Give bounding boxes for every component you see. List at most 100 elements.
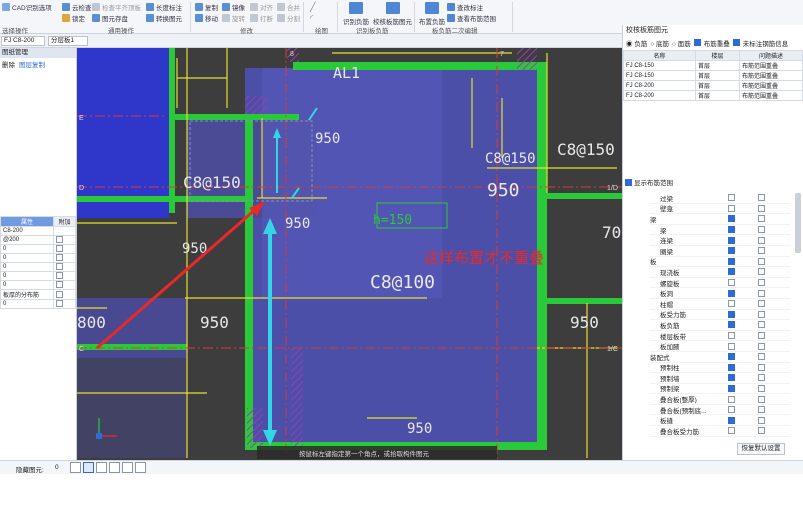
- copy-button[interactable]: 复制: [195, 2, 218, 12]
- table-row[interactable]: @200: [0, 235, 76, 245]
- save-element-button[interactable]: 图元存盘: [92, 13, 128, 23]
- checkbox[interactable]: [56, 281, 63, 289]
- layer-copy-button[interactable]: 图层复制: [19, 59, 45, 69]
- tree-checkbox[interactable]: [728, 374, 735, 382]
- view-range-button[interactable]: 查看布筋范围: [447, 13, 496, 23]
- tree-item[interactable]: 梁: [650, 214, 790, 225]
- table-row[interactable]: FJ C8-150 首层 布筋范围重叠: [623, 70, 803, 81]
- cad-options-button[interactable]: CAD识别选项: [2, 2, 52, 12]
- radio-bottom[interactable]: ○ 底筋: [650, 38, 669, 48]
- tree-checkbox[interactable]: [728, 321, 735, 329]
- checkbox[interactable]: [56, 290, 63, 298]
- tree-item[interactable]: 壁龛: [650, 204, 790, 215]
- line-tool-button[interactable]: ╱: [310, 2, 315, 13]
- split-button[interactable]: 分割: [277, 13, 300, 23]
- table-row[interactable]: 板厚的分布筋: [0, 289, 76, 300]
- tree-checkbox[interactable]: [758, 268, 765, 276]
- tree-item[interactable]: 楼层板带: [650, 331, 790, 342]
- checkbox[interactable]: [56, 263, 63, 271]
- table-row[interactable]: 0: [0, 280, 76, 290]
- tree-checkbox[interactable]: [728, 332, 735, 340]
- tree-checkbox[interactable]: [728, 257, 735, 265]
- tree-checkbox[interactable]: [728, 363, 735, 371]
- tree-item[interactable]: 预制梁: [650, 384, 790, 395]
- tree-checkbox[interactable]: [758, 300, 765, 308]
- restore-defaults-button[interactable]: 恢复默认设置: [737, 443, 785, 455]
- check-plate-button[interactable]: 检查平齐顶板: [92, 2, 141, 12]
- unlabeled-checkbox[interactable]: [732, 39, 740, 46]
- element-combo[interactable]: FJ C8-200: [1, 36, 45, 46]
- checkbox[interactable]: [56, 300, 63, 308]
- length-dim-button[interactable]: 长度标注: [146, 2, 182, 12]
- tree-checkbox[interactable]: [758, 342, 765, 350]
- tree-checkbox[interactable]: [728, 395, 735, 403]
- tree-checkbox[interactable]: [758, 406, 765, 414]
- tree-checkbox[interactable]: [758, 395, 765, 403]
- tree-checkbox[interactable]: [728, 384, 735, 392]
- check-plate-rebar-button[interactable]: 校核板筋图元: [373, 2, 412, 26]
- tree-checkbox[interactable]: [758, 321, 765, 329]
- tree-checkbox[interactable]: [758, 427, 765, 435]
- checkbox[interactable]: [56, 254, 63, 262]
- show-range-checkbox[interactable]: [625, 178, 632, 186]
- convert-button[interactable]: 转换图元: [146, 13, 182, 23]
- tree-item[interactable]: 预制柱: [650, 363, 790, 374]
- table-row[interactable]: FJ C8-200 首层 布筋范围重叠: [623, 90, 803, 101]
- tree-checkbox[interactable]: [728, 226, 735, 234]
- tree-item[interactable]: 梁: [650, 225, 790, 236]
- tree-checkbox[interactable]: [758, 257, 765, 265]
- tree-checkbox[interactable]: [728, 279, 735, 287]
- tree-checkbox[interactable]: [758, 204, 765, 212]
- snap-icon[interactable]: [83, 462, 94, 473]
- table-row[interactable]: FJ C8-150 首层 布筋范围重叠: [623, 60, 803, 71]
- tree-item[interactable]: 预制墙: [650, 373, 790, 384]
- tree-checkbox[interactable]: [758, 363, 765, 371]
- tree-checkbox[interactable]: [728, 300, 735, 308]
- tree-checkbox[interactable]: [728, 353, 735, 361]
- tree-checkbox[interactable]: [728, 194, 735, 202]
- tree-checkbox[interactable]: [728, 247, 735, 255]
- tree-checkbox[interactable]: [758, 215, 765, 223]
- tree-item[interactable]: 板加腋: [650, 341, 790, 352]
- tree-checkbox[interactable]: [758, 194, 765, 202]
- tree-checkbox[interactable]: [758, 289, 765, 297]
- tree-checkbox[interactable]: [758, 236, 765, 244]
- tree-checkbox[interactable]: [758, 416, 765, 424]
- delete-button[interactable]: 删除: [2, 59, 15, 69]
- tree-checkbox[interactable]: [728, 310, 735, 318]
- tree-checkbox[interactable]: [758, 310, 765, 318]
- tree-checkbox[interactable]: [758, 332, 765, 340]
- tree-checkbox[interactable]: [758, 247, 765, 255]
- table-row[interactable]: 0: [0, 271, 76, 281]
- table-row[interactable]: 0: [0, 244, 76, 254]
- tree-item[interactable]: 装配式: [650, 352, 790, 363]
- tree-item[interactable]: 板洞: [650, 288, 790, 299]
- layer-combo[interactable]: 分层板1: [48, 36, 88, 46]
- drawing-canvas[interactable]: AL1 950 C8@150 C8@150 C8@150 950 950 C8@…: [77, 48, 622, 460]
- edit-label-button[interactable]: 查改标注: [447, 2, 483, 12]
- tree-item[interactable]: 现浇板: [650, 267, 790, 278]
- table-row[interactable]: 0: [0, 253, 76, 263]
- tree-checkbox[interactable]: [728, 268, 735, 276]
- tree-checkbox[interactable]: [728, 342, 735, 350]
- checkbox[interactable]: [56, 236, 63, 244]
- identify-neg-rebar-button[interactable]: 识别负筋: [343, 2, 369, 26]
- move-button[interactable]: 移动: [195, 13, 218, 23]
- show-range-toggle[interactable]: 显示布筋范围: [625, 177, 673, 187]
- tree-item[interactable]: 圈梁: [650, 246, 790, 257]
- tree-checkbox[interactable]: [728, 215, 735, 223]
- tree-checkbox[interactable]: [728, 406, 735, 414]
- table-row[interactable]: FJ C8-200 首层 布筋范围重叠: [623, 80, 803, 91]
- tree-item[interactable]: 过梁: [650, 193, 790, 204]
- tree-item[interactable]: 叠合板(整厚): [650, 394, 790, 405]
- cloud-check-button[interactable]: 云检查: [62, 2, 92, 12]
- snap-icon[interactable]: [109, 462, 120, 473]
- place-neg-rebar-button[interactable]: 布置负筋: [419, 2, 445, 26]
- tree-checkbox[interactable]: [758, 353, 765, 361]
- tree-checkbox[interactable]: [728, 204, 735, 212]
- tree-item[interactable]: 叠合板(预制底...: [650, 405, 790, 416]
- tree-item[interactable]: 连梁: [650, 235, 790, 246]
- checkbox[interactable]: [56, 272, 63, 280]
- tree-checkbox[interactable]: [728, 416, 735, 424]
- radio-top[interactable]: ○ 面筋: [672, 38, 691, 48]
